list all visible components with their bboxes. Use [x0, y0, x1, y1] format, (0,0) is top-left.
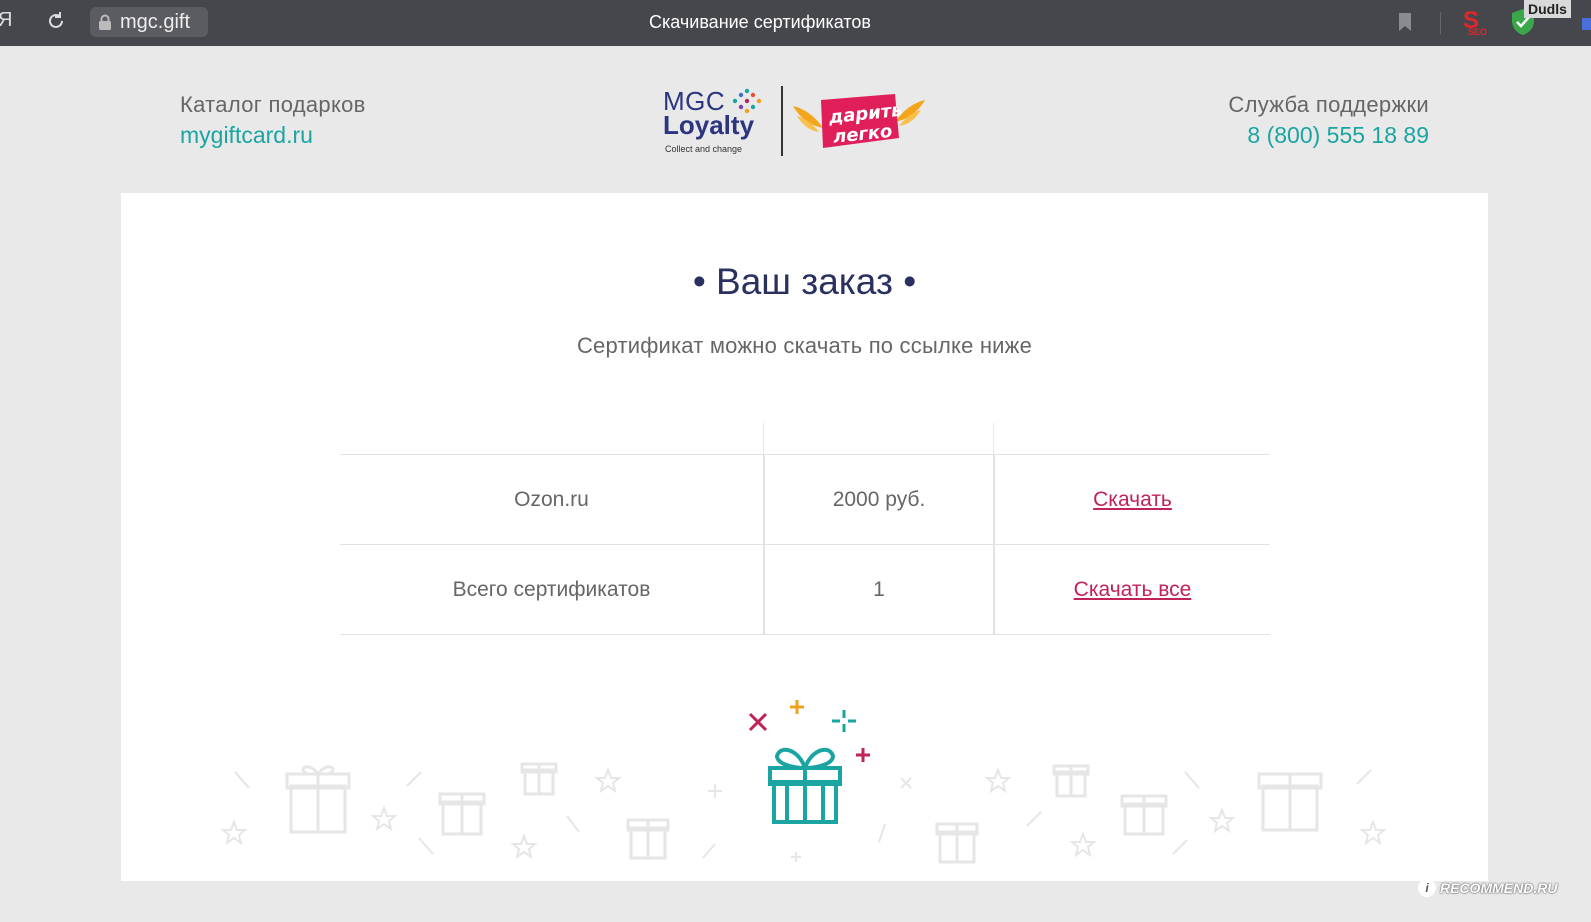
download-all-link[interactable]: Скачать все — [1074, 578, 1192, 602]
order-subtitle: Сертификат можно скачать по ссылке ниже — [576, 333, 1033, 358]
order-title: • Ваш заказ • — [692, 261, 917, 302]
star-outline-icon — [220, 819, 248, 846]
star-outline-icon — [984, 767, 1012, 794]
star-outline-icon — [510, 833, 538, 860]
watermark-text: RECOMMEND.RU — [1440, 880, 1558, 896]
table-header-cell — [993, 423, 1270, 454]
support-phone[interactable]: 8 (800) 555 18 89 — [1228, 122, 1429, 149]
catalog-block: Каталог подарков mygiftcard.ru — [180, 92, 366, 149]
gift-outline-icon — [520, 762, 558, 796]
star-outline-icon — [1359, 819, 1387, 846]
order-card: • Ваш заказ • Сертификат можно скачать п… — [121, 193, 1488, 881]
catalog-caption: Каталог подарков — [180, 92, 366, 117]
extension-label[interactable]: Dudls — [1524, 0, 1571, 18]
certificates-table: Ozon.ru 2000 руб. Скачать Всего сертифик… — [340, 423, 1270, 635]
logo-divider — [781, 86, 783, 156]
gift-icon — [768, 747, 842, 824]
browser-toolbar: Я mgc.gift Скачивание сертификатов S SEO… — [0, 0, 1591, 46]
support-caption: Служба поддержки — [1228, 92, 1429, 117]
total-label: Всего сертификатов — [452, 577, 651, 601]
sparkle-icon — [790, 700, 804, 714]
gift-outline-icon — [1052, 764, 1090, 798]
table-header-cell — [763, 423, 993, 454]
certificate-name: Ozon.ru — [514, 487, 589, 511]
gift-outline-icon — [935, 822, 979, 864]
gift-outline-icon — [1120, 794, 1168, 836]
logo-tagline: Collect and change — [665, 144, 743, 154]
support-block: Служба поддержки 8 (800) 555 18 89 — [1228, 92, 1429, 149]
svg-text:SEO: SEO — [1468, 27, 1487, 36]
download-cell: Скачать — [993, 455, 1270, 544]
recommend-badge-icon: i — [1418, 879, 1436, 897]
table-row: Ozon.ru 2000 руб. Скачать — [340, 455, 1270, 545]
recommend-watermark: i RECOMMEND.RU — [1418, 876, 1560, 900]
gift-outline-icon — [1257, 772, 1323, 832]
bookmark-icon[interactable] — [1397, 12, 1413, 32]
table-header-row — [340, 423, 1270, 455]
gifts-decoration — [220, 700, 1387, 864]
sparkle-icon — [832, 710, 856, 732]
download-link[interactable]: Скачать — [1093, 488, 1172, 512]
tab-title: Скачивание сертификатов — [649, 12, 871, 32]
gift-outline-icon — [285, 765, 351, 834]
darit-legko-logo: дарить легко — [793, 94, 925, 148]
gift-outline-icon — [438, 792, 486, 836]
download-all-cell: Скачать все — [993, 545, 1270, 634]
seo-extension-icon[interactable]: S SEO — [1460, 6, 1488, 36]
certificate-value: 2000 руб. — [763, 455, 993, 544]
toolbar-divider — [1440, 12, 1441, 34]
extension-icon[interactable] — [1582, 18, 1591, 30]
star-outline-icon — [1208, 807, 1236, 834]
catalog-link[interactable]: mygiftcard.ru — [180, 122, 366, 149]
star-outline-icon — [1069, 831, 1097, 858]
star-outline-icon — [370, 805, 398, 832]
gift-outline-icon — [626, 818, 670, 860]
brand-logo[interactable]: MGC Loyalty Collect and change дарить ле… — [663, 86, 933, 158]
table-row: Всего сертификатов 1 Скачать все — [340, 545, 1270, 635]
table-header-cell — [340, 423, 763, 454]
star-outline-icon — [594, 767, 622, 794]
total-count: 1 — [763, 545, 993, 634]
logo-loyalty-text: Loyalty — [663, 110, 755, 140]
